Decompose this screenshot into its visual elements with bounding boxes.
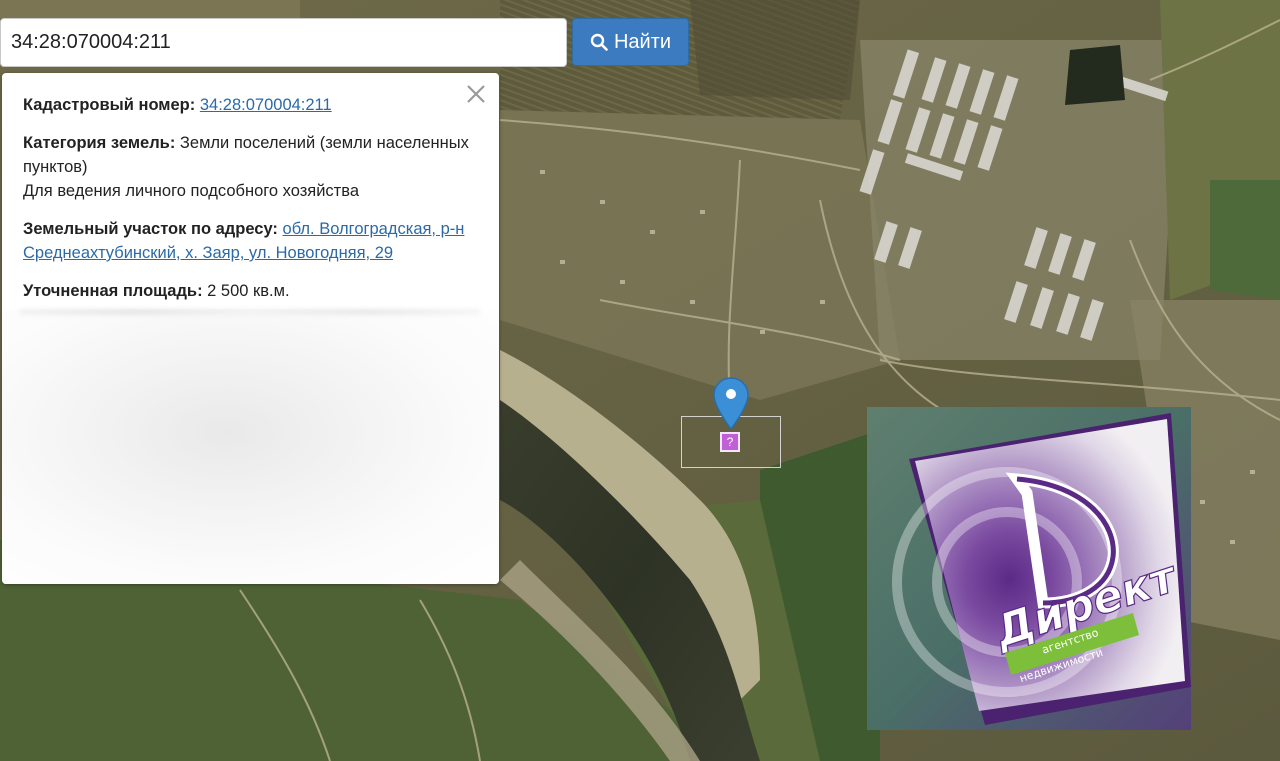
agency-logo-text: Директ агентство недвижимости xyxy=(986,472,1185,685)
cadastral-number-label: Кадастровый номер: xyxy=(23,96,196,114)
close-icon[interactable] xyxy=(465,83,487,105)
blurred-region xyxy=(2,309,499,584)
land-use-value: Для ведения личного подсобного хозяйства xyxy=(23,182,359,200)
area-value: 2 500 кв.м. xyxy=(207,282,290,300)
parcel-question-icon[interactable]: ? xyxy=(720,432,740,452)
land-category-label: Категория земель: xyxy=(23,134,176,152)
parcel-info-popup: Кадастровый номер: 34:28:070004:211 Кате… xyxy=(2,73,499,584)
land-category-row: Категория земель: Земли поселений (земли… xyxy=(23,131,477,203)
cadastral-number-link[interactable]: 34:28:070004:211 xyxy=(200,96,332,114)
map-pin-icon[interactable] xyxy=(712,377,750,431)
area-label: Уточненная площадь: xyxy=(23,282,203,300)
search-button[interactable]: Найти xyxy=(572,18,689,66)
blurred-text-strip xyxy=(20,309,480,315)
search-input[interactable] xyxy=(0,18,567,67)
search-button-label: Найти xyxy=(613,30,672,53)
cadastral-number-row: Кадастровый номер: 34:28:070004:211 xyxy=(23,93,477,117)
address-label: Земельный участок по адресу: xyxy=(23,220,278,238)
area-row: Уточненная площадь: 2 500 кв.м. xyxy=(23,279,477,303)
address-row: Земельный участок по адресу: обл. Волгог… xyxy=(23,217,477,265)
search-icon xyxy=(590,33,608,51)
